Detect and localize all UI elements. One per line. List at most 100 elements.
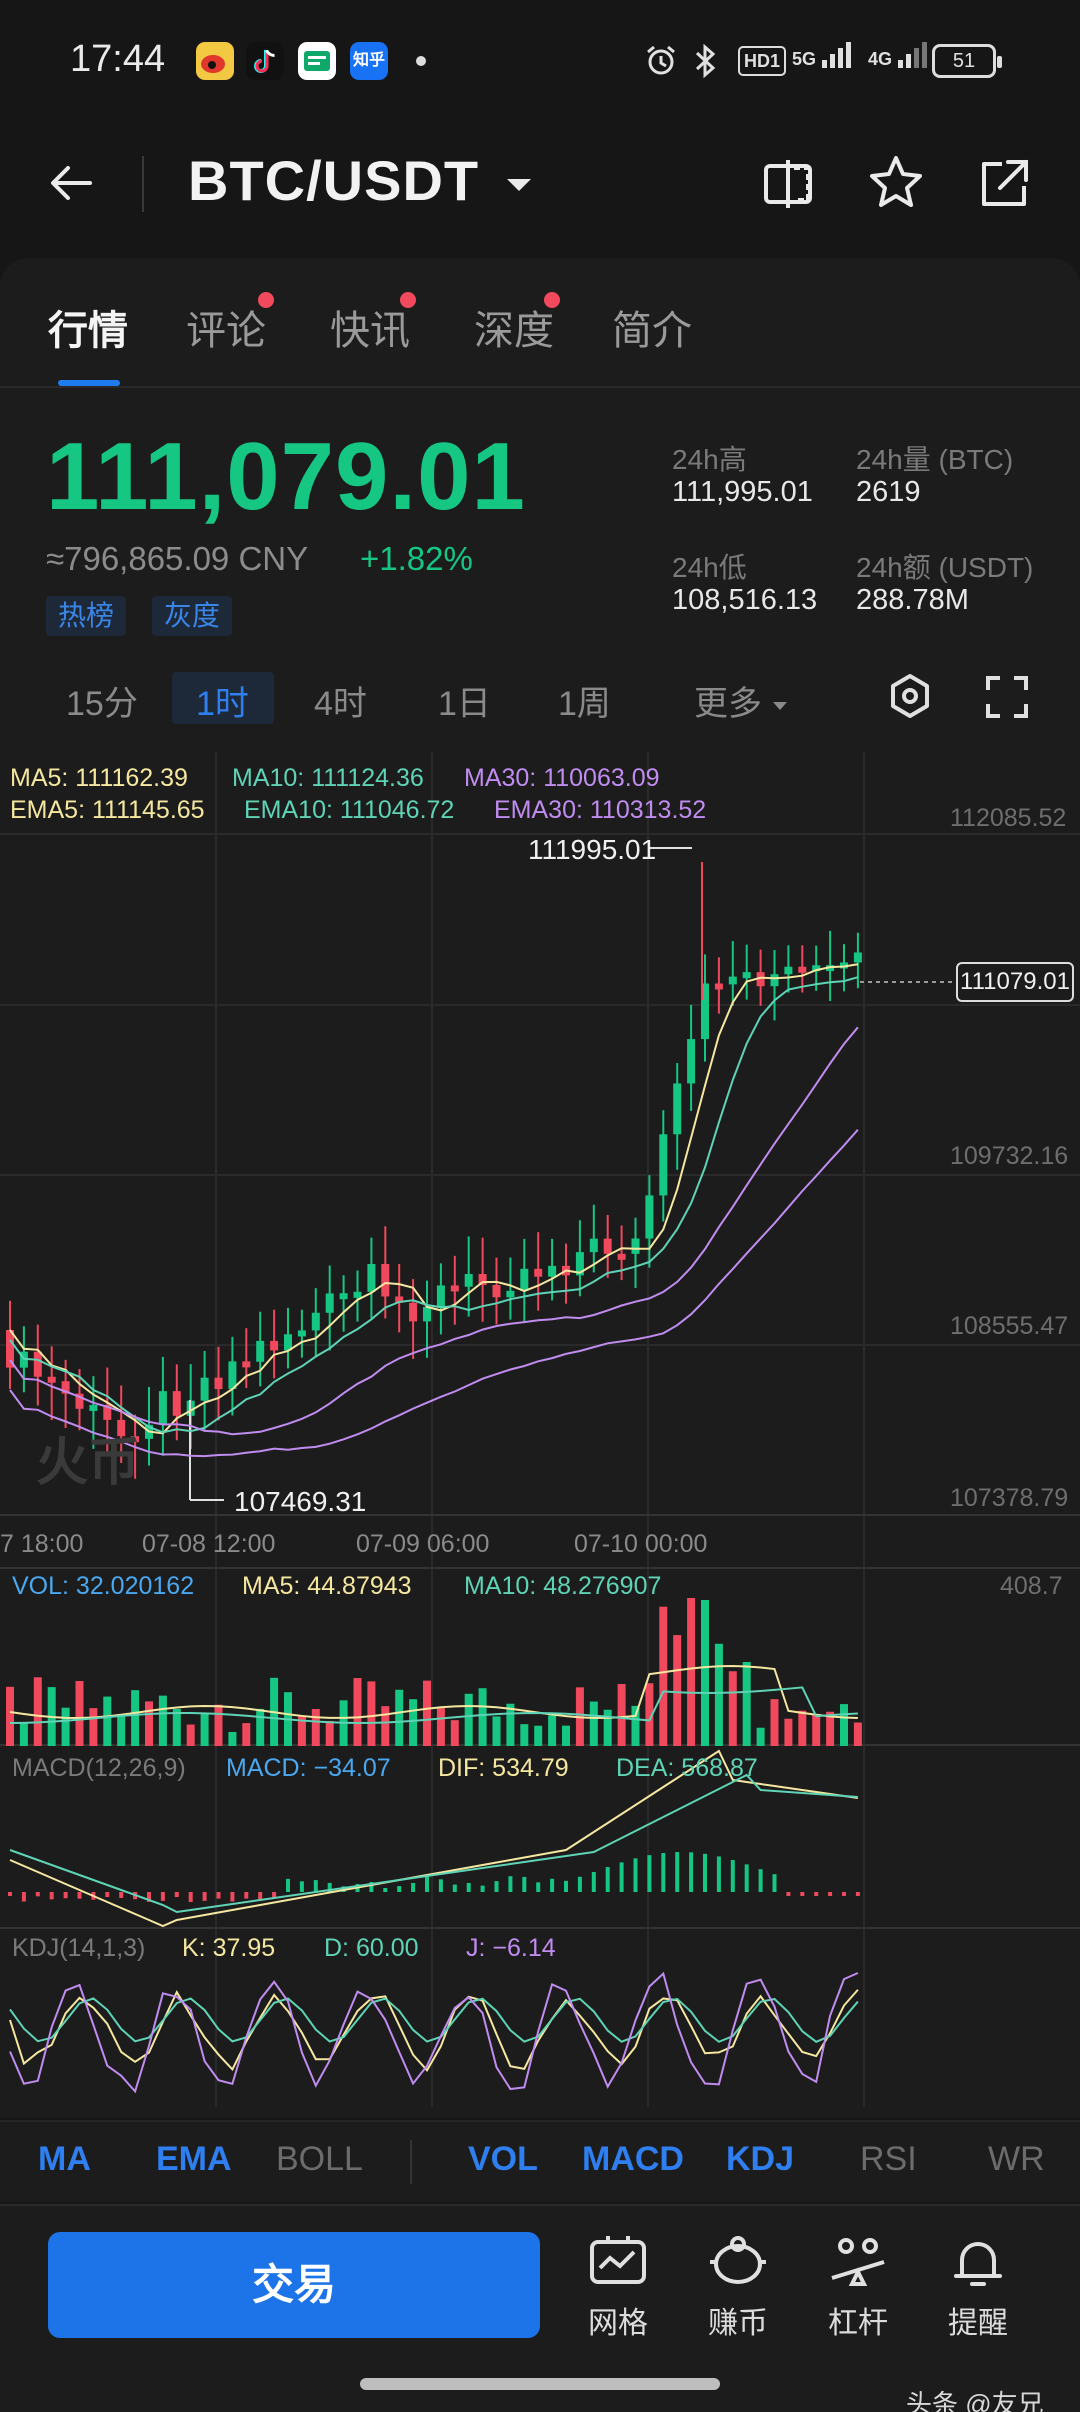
- candle-body: [423, 1306, 431, 1322]
- indicator-vol[interactable]: VOL: [468, 2140, 538, 2179]
- candle-body: [784, 966, 793, 975]
- piggy-bank-icon[interactable]: [698, 2232, 778, 2292]
- kline-chart-svg: [0, 752, 1080, 2107]
- tag-grayscale[interactable]: 灰度: [152, 596, 233, 636]
- macd-bar: [855, 1892, 860, 1896]
- tab-market[interactable]: 行情: [48, 298, 128, 356]
- last-price: 111,079.01: [46, 423, 526, 530]
- chart-settings-icon[interactable]: [886, 672, 934, 720]
- indicator-kdj[interactable]: KDJ: [726, 2140, 794, 2179]
- macd-bar: [188, 1892, 193, 1902]
- favorite-star-icon[interactable]: [866, 152, 926, 212]
- indicator-ema[interactable]: EMA: [156, 2140, 232, 2179]
- low-label: 24h低: [672, 552, 747, 583]
- grid-bot-label[interactable]: 网格: [568, 2298, 668, 2342]
- macd-bar: [244, 1892, 249, 1899]
- back-arrow-icon[interactable]: [44, 156, 98, 210]
- volume-bar: [367, 1681, 376, 1746]
- volume-bar: [242, 1723, 251, 1746]
- macd-bar: [438, 1879, 443, 1892]
- macd-bar: [716, 1856, 721, 1892]
- piggy-bank-label[interactable]: 赚币: [688, 2298, 788, 2342]
- leverage-icon[interactable]: [818, 2232, 898, 2292]
- volume-bar: [770, 1699, 779, 1746]
- indicator-macd[interactable]: MACD: [582, 2140, 684, 2179]
- candle-body: [687, 1039, 696, 1084]
- compare-icon[interactable]: [758, 154, 818, 214]
- indicator-wr[interactable]: WR: [988, 2140, 1045, 2179]
- volume-bar: [673, 1635, 682, 1746]
- home-indicator[interactable]: [360, 2378, 720, 2390]
- tab-bar: 行情 评论 快讯 深度 简介: [0, 258, 1080, 388]
- grid-bot-icon[interactable]: [578, 2232, 658, 2292]
- vol-max-label: 408.7: [1000, 1572, 1063, 1600]
- interval-1h[interactable]: 1时: [196, 676, 249, 725]
- amount-value: 288.78M: [856, 584, 969, 616]
- tab-intro[interactable]: 简介: [612, 298, 692, 356]
- indicator-boll[interactable]: BOLL: [276, 2140, 363, 2179]
- volume-bar: [6, 1686, 14, 1746]
- macd-bar: [174, 1892, 179, 1898]
- bell-icon[interactable]: [938, 2232, 1018, 2292]
- tab-news[interactable]: 快讯: [330, 298, 410, 356]
- trade-button[interactable]: 交易: [48, 2232, 540, 2338]
- candle-body: [673, 1083, 682, 1135]
- alert-label[interactable]: 提醒: [928, 2298, 1028, 2342]
- indicator-ma[interactable]: MA: [38, 2140, 91, 2179]
- candle-body: [270, 1340, 279, 1351]
- volume-bar: [492, 1716, 501, 1746]
- weibo-app-icon: [196, 42, 234, 80]
- macd-bar: [814, 1892, 819, 1896]
- interval-1w[interactable]: 1周: [558, 676, 611, 725]
- tab-comments[interactable]: 评论: [186, 298, 266, 356]
- candle-body: [617, 1253, 626, 1260]
- volume-bar: [89, 1708, 98, 1746]
- volume-bar: [687, 1598, 696, 1746]
- y-tick-4: 107378.79: [950, 1484, 1069, 1512]
- interval-more[interactable]: 更多: [694, 676, 789, 725]
- macd-bar: [661, 1853, 666, 1892]
- indicator-rsi[interactable]: RSI: [860, 2140, 917, 2179]
- legend-vol-ma10: MA10: 48.276907: [464, 1572, 662, 1600]
- status-bar: 17:44 知乎 HD1 5G 4G 51: [0, 0, 1080, 120]
- pair-selector[interactable]: BTC/USDT: [188, 148, 534, 213]
- volume-bar: [701, 1599, 709, 1746]
- candle-body: [6, 1330, 14, 1368]
- share-icon[interactable]: [974, 154, 1034, 214]
- kline-chart[interactable]: [0, 752, 1080, 2107]
- legend-d: D: 60.00: [324, 1934, 419, 1962]
- tag-hot[interactable]: 热榜: [46, 596, 127, 636]
- candle-body: [381, 1264, 390, 1297]
- legend-ma10: MA10: 111124.36: [232, 764, 424, 792]
- macd-bar: [536, 1882, 541, 1892]
- legend-ema10: EMA10: 111046.72: [244, 796, 455, 824]
- candle-body: [409, 1302, 418, 1322]
- candle-body: [714, 983, 723, 990]
- leverage-label[interactable]: 杠杆: [808, 2298, 908, 2342]
- volume-bar: [742, 1661, 751, 1746]
- tab-depth[interactable]: 深度: [474, 298, 554, 356]
- ema30-line: [9, 1129, 859, 1458]
- volume-bar: [589, 1701, 598, 1746]
- caret-down-icon: [506, 179, 531, 192]
- hd-badge: HD1: [738, 46, 787, 76]
- macd-bar: [397, 1886, 402, 1892]
- macd-bar: [425, 1876, 429, 1892]
- candle-body: [506, 1290, 515, 1298]
- macd-bar: [313, 1880, 318, 1892]
- volume-bar: [840, 1704, 848, 1746]
- candle-body: [436, 1285, 445, 1307]
- interval-4h[interactable]: 4时: [314, 676, 367, 725]
- macd-bar: [452, 1884, 457, 1892]
- x-tick-4: 07-10 00:00: [574, 1530, 708, 1558]
- fullscreen-icon[interactable]: [984, 674, 1030, 720]
- macd-bar: [786, 1892, 791, 1896]
- macd-bar: [21, 1892, 26, 1902]
- volume-bar: [186, 1724, 195, 1746]
- interval-1d[interactable]: 1日: [438, 676, 491, 725]
- legend-k: K: 37.95: [182, 1934, 276, 1962]
- volume-bar: [325, 1720, 334, 1746]
- legend-dea: DEA: 568.87: [616, 1754, 758, 1782]
- interval-15m[interactable]: 15分: [66, 676, 138, 725]
- candle-body: [603, 1238, 612, 1254]
